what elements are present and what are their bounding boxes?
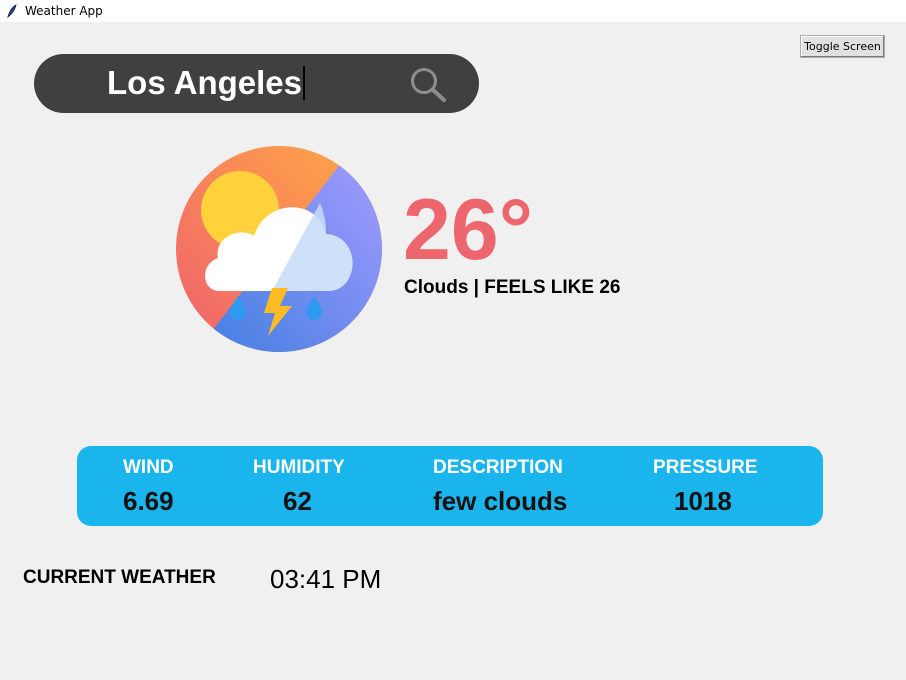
window-title: Weather App (25, 4, 103, 18)
feather-icon (5, 4, 19, 18)
wind-label: WIND (123, 457, 174, 478)
title-bar: Weather App (0, 0, 906, 22)
search-bar: Los Angeles (34, 54, 479, 113)
search-input-value: Los Angeles (107, 64, 302, 101)
temperature: 26° (403, 182, 534, 278)
weather-details-panel: WIND 6.69 HUMIDITY 62 DESCRIPTION few cl… (77, 446, 823, 526)
search-input[interactable]: Los Angeles (107, 62, 305, 104)
pressure-label: PRESSURE (653, 457, 758, 478)
text-cursor (303, 66, 305, 101)
pressure-value: 1018 (674, 486, 732, 516)
description-label: DESCRIPTION (433, 457, 563, 478)
current-weather-label: CURRENT WEATHER (23, 567, 216, 588)
current-time: 03:41 PM (270, 564, 382, 594)
toggle-screen-button[interactable]: Toggle Screen (800, 35, 885, 58)
search-icon[interactable] (408, 66, 450, 104)
condition-summary: Clouds | FEELS LIKE 26 (404, 277, 621, 298)
humidity-value: 62 (283, 486, 312, 516)
humidity-label: HUMIDITY (253, 457, 345, 478)
wind-value: 6.69 (123, 486, 174, 516)
description-value: few clouds (433, 486, 568, 516)
sun-cloud-thunder-icon (176, 146, 382, 352)
